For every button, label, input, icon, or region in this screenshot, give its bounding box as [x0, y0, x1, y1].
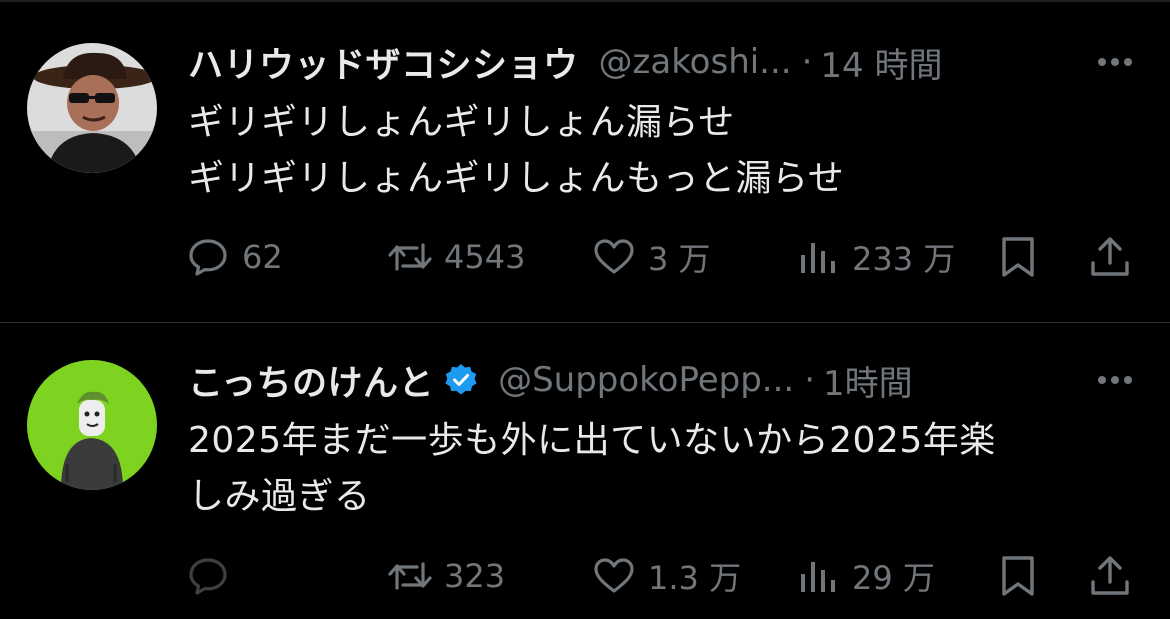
tweet[interactable]: ハリウッドザコシショウ @zakoshi... · 14 時間 ギリギリしょんギ… [0, 0, 1170, 322]
share-icon [1091, 556, 1129, 595]
handle[interactable]: @SuppokoPepp... [498, 360, 794, 400]
display-name[interactable]: こっちのけんと [188, 358, 434, 403]
view-count: 29 万 [852, 559, 935, 597]
tweet-text-line: 2025年まだ一歩も外に出ていないから2025年楽 [188, 420, 996, 461]
avatar[interactable] [27, 43, 157, 173]
tweet-text: 2025年まだ一歩も外に出ていないから2025年楽 しみ過ぎる [188, 413, 1138, 525]
repost-button[interactable]: 323 [388, 551, 505, 601]
timeline-feed: ハリウッドザコシショウ @zakoshi... · 14 時間 ギリギリしょんギ… [0, 0, 1170, 619]
bookmark-icon [1002, 237, 1034, 277]
share-button[interactable] [1088, 232, 1132, 282]
tweet-header: こっちのけんと @SuppokoPepp... · 1時間 [188, 358, 1060, 402]
views-icon [801, 562, 835, 592]
repost-count: 323 [444, 557, 506, 595]
more-options-icon [1098, 58, 1132, 66]
views-button[interactable]: 29 万 [796, 551, 935, 601]
verified-badge-icon [445, 364, 477, 395]
reply-button[interactable]: 62 [186, 232, 283, 282]
separator-dot: · [801, 42, 813, 82]
handle[interactable]: @zakoshi... [599, 42, 792, 82]
repost-icon [388, 562, 432, 590]
tweet[interactable]: こっちのけんと @SuppokoPepp... · 1時間 2025年まだ一歩も… [0, 323, 1170, 619]
repost-button[interactable]: 4543 [388, 232, 525, 282]
display-name[interactable]: ハリウッドザコシショウ [188, 40, 579, 85]
share-button[interactable] [1088, 551, 1132, 601]
repost-icon [388, 243, 432, 271]
tweet-actions: 62 4543 3 万 233 万 [0, 232, 1170, 282]
like-button[interactable]: 3 万 [592, 232, 711, 282]
reply-icon [189, 558, 227, 595]
reply-button[interactable] [186, 551, 242, 601]
avatar[interactable] [27, 360, 157, 490]
repost-count: 4543 [444, 238, 526, 276]
person-with-cowboy-hat-avatar-icon [27, 43, 157, 173]
illustrated-person-avatar-icon [27, 360, 157, 490]
view-count: 233 万 [852, 240, 956, 278]
bookmark-button[interactable] [996, 232, 1040, 282]
like-button[interactable]: 1.3 万 [592, 551, 741, 601]
tweet-text-line: ギリギリしょんギリしょん漏らせ [188, 102, 735, 143]
timestamp[interactable]: 14 時間 [820, 40, 942, 85]
like-icon [594, 558, 634, 593]
reply-icon [189, 239, 227, 276]
share-icon [1091, 237, 1129, 276]
more-options-button[interactable] [1090, 42, 1140, 82]
like-count: 1.3 万 [648, 559, 742, 597]
like-icon [594, 239, 634, 274]
views-icon [801, 243, 835, 273]
bookmark-button[interactable] [996, 551, 1040, 601]
bookmark-icon [1002, 556, 1034, 596]
timestamp[interactable]: 1時間 [823, 358, 913, 403]
more-options-button[interactable] [1090, 360, 1140, 400]
views-button[interactable]: 233 万 [796, 232, 955, 282]
like-count: 3 万 [648, 240, 711, 278]
tweet-header: ハリウッドザコシショウ @zakoshi... · 14 時間 [188, 40, 1060, 84]
tweet-actions: 323 1.3 万 29 万 [0, 551, 1170, 601]
tweet-text-line: ギリギリしょんギリしょんもっと漏らせ [188, 158, 845, 199]
more-options-icon [1098, 376, 1132, 384]
tweet-text-line: しみ過ぎる [188, 476, 371, 517]
tweet-text: ギリギリしょんギリしょん漏らせ ギリギリしょんギリしょんもっと漏らせ [188, 95, 1138, 207]
separator-dot: · [804, 360, 816, 400]
reply-count: 62 [242, 238, 283, 276]
